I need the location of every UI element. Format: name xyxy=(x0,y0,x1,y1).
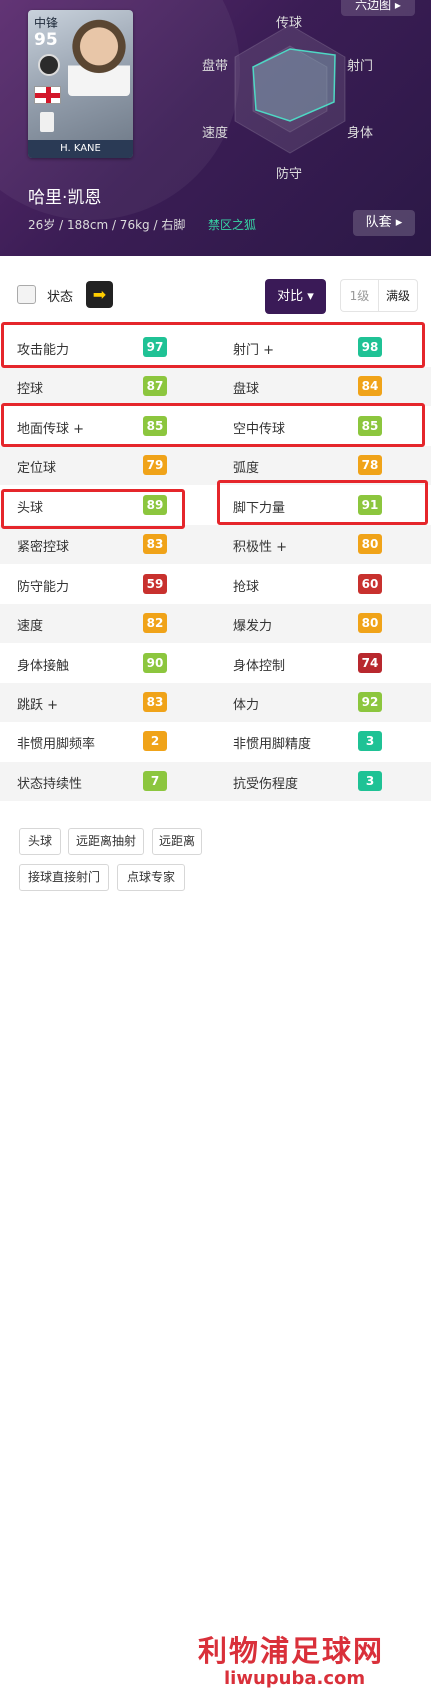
radar-label-dribbling: 盘带 xyxy=(202,59,229,74)
stat-value: 78 xyxy=(358,455,382,475)
stat-row: 控球 87 盘球 84 xyxy=(0,367,431,406)
skill-tag[interactable]: 接球直接射门 xyxy=(19,864,109,891)
watermark-url: liwupuba.com xyxy=(224,1668,366,1689)
stat-label: 定位球 xyxy=(17,461,57,476)
radar-label-shooting: 射门 xyxy=(347,59,374,74)
compare-button[interactable]: 对比 ▾ xyxy=(265,279,326,314)
status-arrow-icon[interactable]: ➡ xyxy=(86,281,113,308)
status-icon xyxy=(17,285,36,304)
radar-label-physical: 身体 xyxy=(347,126,374,141)
skill-tag[interactable]: 点球专家 xyxy=(117,864,185,891)
player-info: 26岁 / 188cm / 76kg / 右脚 xyxy=(28,218,186,232)
stat-label: 抗受伤程度 xyxy=(233,777,299,792)
card-overall: 95 xyxy=(34,30,58,50)
radar-label-defending: 防守 xyxy=(276,167,303,182)
player-style-tag[interactable]: 禁区之狐 xyxy=(208,216,256,233)
radar-label-speed: 速度 xyxy=(202,126,229,141)
stat-value: 90 xyxy=(143,653,167,673)
highlight-box xyxy=(1,489,185,529)
stat-label: 体力 xyxy=(233,698,260,713)
player-header: 中锋 95 H. KANE 六边图 ▸ 传球 射门 身体 防守 速度 盘带 哈里… xyxy=(0,0,431,256)
stat-label: 非惯用脚频率 xyxy=(17,737,96,752)
card-position: 中锋 xyxy=(34,16,59,30)
level-max-toggle[interactable]: 满级 xyxy=(378,279,418,312)
stat-value: 74 xyxy=(358,653,382,673)
stat-label: 积极性 + xyxy=(233,540,288,555)
stat-value: 59 xyxy=(143,574,167,594)
status-label: 状态 xyxy=(47,290,74,305)
stat-row: 速度 82 爆发力 80 xyxy=(0,604,431,643)
stat-row: 状态持续性 7 抗受伤程度 3 xyxy=(0,762,431,801)
stat-value: 7 xyxy=(143,771,167,791)
stat-row: 防守能力 59 抢球 60 xyxy=(0,565,431,604)
stat-value: 80 xyxy=(358,534,382,554)
skill-tag[interactable]: 远距离 xyxy=(152,828,202,855)
stat-row: 身体接触 90 身体控制 74 xyxy=(0,644,431,683)
highlight-box xyxy=(217,480,428,525)
player-photo xyxy=(68,16,130,96)
stat-value: 84 xyxy=(358,376,382,396)
stat-value: 83 xyxy=(143,692,167,712)
stat-label: 身体接触 xyxy=(17,659,70,674)
player-card[interactable]: 中锋 95 H. KANE xyxy=(28,10,133,158)
stat-label: 抢球 xyxy=(233,580,260,595)
stat-value: 82 xyxy=(143,613,167,633)
stat-value: 79 xyxy=(143,455,167,475)
stat-value: 60 xyxy=(358,574,382,594)
stat-label: 跳跃 + xyxy=(17,698,59,713)
watermark-title: 利物浦足球网 xyxy=(198,1634,385,1668)
stat-value: 3 xyxy=(358,771,382,791)
stat-value: 3 xyxy=(358,731,382,751)
stat-label: 身体控制 xyxy=(233,659,286,674)
squad-button[interactable]: 队套 ▸ xyxy=(353,210,415,236)
stat-value: 80 xyxy=(358,613,382,633)
stat-row: 非惯用脚频率 2 非惯用脚精度 3 xyxy=(0,722,431,761)
player-name: 哈里·凯恩 xyxy=(28,188,102,208)
stat-value: 83 xyxy=(143,534,167,554)
stat-row: 跳跃 + 83 体力 92 xyxy=(0,683,431,722)
stat-label: 速度 xyxy=(17,619,44,634)
stat-value: 87 xyxy=(143,376,167,396)
card-player-name: H. KANE xyxy=(28,140,133,158)
stat-label: 防守能力 xyxy=(17,580,70,595)
stat-label: 紧密控球 xyxy=(17,540,70,555)
stat-label: 状态持续性 xyxy=(17,777,83,792)
skill-tag[interactable]: 远距离抽射 xyxy=(68,828,144,855)
stat-label: 控球 xyxy=(17,382,44,397)
club-badge-icon xyxy=(38,54,60,76)
skill-tag[interactable]: 头球 xyxy=(19,828,61,855)
radar-label-passing: 传球 xyxy=(276,16,303,31)
highlight-box xyxy=(1,403,425,447)
highlight-box xyxy=(1,322,425,368)
stat-label: 非惯用脚精度 xyxy=(233,737,312,752)
level-1-toggle[interactable]: 1级 xyxy=(340,279,378,312)
england-flag-icon xyxy=(34,86,61,104)
watermark: 利物浦足球网 liwupuba.com xyxy=(198,1624,431,1700)
stat-label: 弧度 xyxy=(233,461,260,476)
stat-value: 2 xyxy=(143,731,167,751)
stat-value: 92 xyxy=(358,692,382,712)
stat-row: 紧密控球 83 积极性 + 80 xyxy=(0,525,431,564)
stat-label: 爆发力 xyxy=(233,619,273,634)
skills-section: 头球 远距离抽射 远距离 接球直接射门 点球专家 利物浦足球网 liwupuba… xyxy=(0,812,431,1689)
club-crest-icon xyxy=(40,112,54,132)
stat-label: 盘球 xyxy=(233,382,260,397)
